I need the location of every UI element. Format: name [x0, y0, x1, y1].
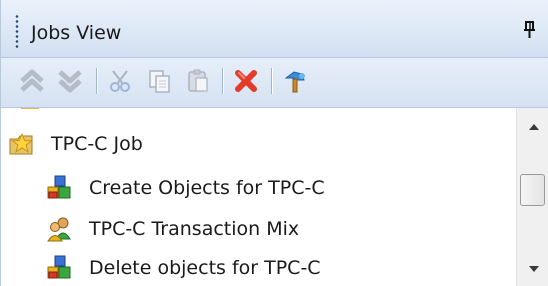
- tree-node-job[interactable]: TPC-C Job: [7, 125, 143, 163]
- tree-node-label: Delete objects for TPC-C: [89, 257, 321, 279]
- tree-node-label: Create Objects for TPC-C: [89, 177, 325, 199]
- toolbar-separator: [96, 68, 97, 94]
- toolbar-separator: [271, 68, 272, 94]
- objects-icon: [45, 253, 75, 283]
- double-chevron-up-icon: [20, 69, 44, 92]
- tree-node-item[interactable]: TPC-C Transaction Mix: [45, 210, 299, 248]
- tools-icon: [284, 71, 305, 93]
- pin-icon[interactable]: [521, 20, 539, 40]
- tree-node-label: TPC-C Job: [51, 133, 143, 155]
- drag-grip-icon[interactable]: [15, 14, 19, 48]
- jobs-tree[interactable]: TPC-C Job Create Objects for TPC-C TPC-C…: [1, 108, 516, 286]
- paste-button[interactable]: [183, 66, 213, 96]
- tree-node-item[interactable]: Create Objects for TPC-C: [45, 169, 325, 207]
- paste-icon: [188, 69, 208, 92]
- star-folder-icon: [7, 129, 37, 159]
- scissors-icon: [110, 70, 130, 92]
- tree-node-item[interactable]: Delete objects for TPC-C: [45, 249, 321, 286]
- copy-button[interactable]: [145, 66, 175, 96]
- cut-button[interactable]: [105, 66, 135, 96]
- delete-button[interactable]: [231, 66, 261, 96]
- scroll-down-button[interactable]: [517, 254, 548, 284]
- toolbar-separator: [222, 68, 223, 94]
- chevron-down-icon: [528, 266, 539, 272]
- jobs-toolbar: [1, 58, 548, 108]
- scroll-up-button[interactable]: [517, 112, 548, 142]
- chevron-up-icon: [528, 124, 539, 130]
- objects-icon: [45, 173, 75, 203]
- users-icon: [45, 214, 75, 244]
- properties-button[interactable]: [280, 66, 310, 96]
- red-x-icon: [235, 70, 257, 92]
- double-chevron-down-icon: [58, 70, 82, 93]
- move-down-button[interactable]: [55, 66, 85, 96]
- move-up-button[interactable]: [17, 66, 47, 96]
- scrollbar-thumb[interactable]: [520, 174, 545, 206]
- panel-title-bar[interactable]: Jobs View: [1, 0, 548, 58]
- vertical-scrollbar[interactable]: [516, 108, 548, 286]
- tree-node-label: TPC-C Transaction Mix: [89, 218, 300, 240]
- panel-title: Jobs View: [31, 22, 122, 44]
- jobs-view-panel: Jobs View TPC-C Job Create Objects for T…: [0, 0, 548, 286]
- partial-tree-row: [15, 108, 275, 116]
- copy-icon: [149, 70, 170, 93]
